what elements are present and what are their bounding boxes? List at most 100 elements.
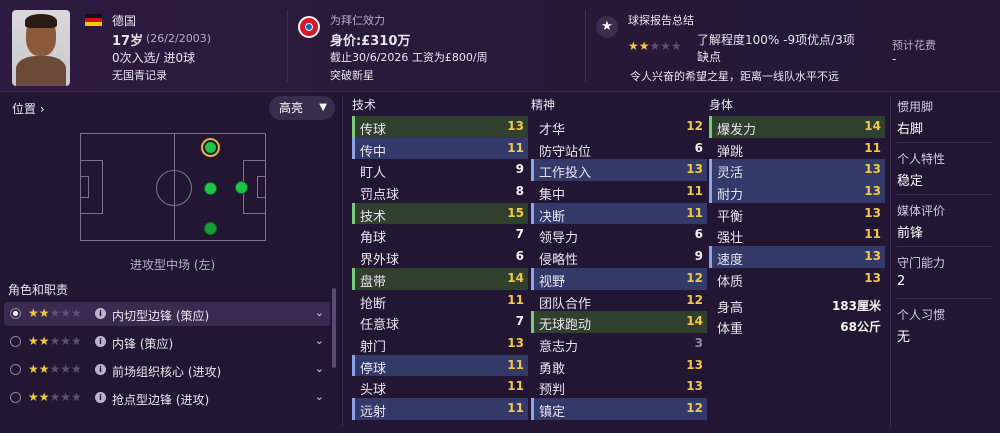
attribute-row[interactable]: 平衡 13 — [709, 203, 885, 225]
attribute-name: 预判 — [539, 383, 566, 399]
attribute-row[interactable]: 角球 7 — [352, 224, 528, 246]
attribute-row[interactable]: 停球 11 — [352, 354, 528, 377]
club-badge-icon[interactable] — [298, 16, 320, 38]
role-radio[interactable] — [10, 364, 21, 375]
info-icon[interactable]: i — [95, 364, 106, 375]
attribute-row[interactable]: 才华 12 — [531, 116, 707, 138]
attribute-row[interactable]: 弹跳 11 — [709, 138, 885, 160]
attribute-value: 13 — [864, 162, 881, 177]
attribute-name: 罚点球 — [360, 188, 400, 204]
chevron-right-icon: › — [39, 102, 45, 116]
attribute-row[interactable]: 灵活 13 — [709, 159, 885, 181]
attribute-value: 14 — [507, 270, 524, 285]
role-radio[interactable] — [10, 308, 21, 319]
attribute-row[interactable]: 工作投入 13 — [531, 159, 707, 181]
habit-label: 个人习惯 — [897, 308, 946, 322]
scout-knowledge: 了解程度100% -9项优点/3项 — [697, 33, 855, 47]
player-value: 身价:£310万 — [330, 34, 411, 49]
position-dot-st[interactable] — [235, 181, 248, 194]
attribute-row[interactable]: 速度 13 — [709, 246, 885, 268]
attribute-row[interactable]: 罚点球 8 — [352, 181, 528, 203]
attribute-row[interactable]: 领导力 6 — [531, 224, 707, 246]
attribute-row[interactable]: 意志力 3 — [531, 333, 707, 355]
attribute-name: 无球跑动 — [539, 318, 592, 334]
role-radio[interactable] — [10, 392, 21, 403]
position-dot-amc[interactable] — [204, 182, 217, 195]
attribute-row[interactable]: 防守站位 6 — [531, 138, 707, 160]
physical-column: 身体 爆发力 14 弹跳 11 灵活 13 耐力 13 平衡 13 强壮 11 速度 13 体质 13 身高 … — [709, 96, 885, 337]
attribute-name: 灵活 — [717, 166, 744, 182]
club-line[interactable]: 为拜仁效力 — [330, 12, 385, 28]
attribute-value: 12 — [686, 119, 703, 133]
roles-scrollbar[interactable] — [332, 288, 336, 368]
attribute-name: 盯人 — [360, 166, 387, 182]
attribute-row[interactable]: 传中 11 — [352, 137, 528, 160]
attribute-name: 停球 — [360, 361, 387, 377]
chevron-down-icon[interactable]: ⌄ — [315, 306, 324, 319]
position-dot-aml[interactable] — [201, 138, 220, 157]
position-dot-amr[interactable] — [204, 222, 217, 235]
chevron-down-icon[interactable]: ⌄ — [315, 390, 324, 403]
attribute-row[interactable]: 射门 13 — [352, 333, 528, 355]
attribute-value: 12 — [686, 400, 703, 415]
attribute-row[interactable]: 勇敢 13 — [531, 355, 707, 377]
attribute-value: 13 — [507, 119, 524, 133]
position-label[interactable]: 位置 › — [12, 100, 45, 117]
role-row[interactable]: ★★★★★ i 前场组织核心 (进攻) ⌄ — [4, 358, 330, 382]
habit-value[interactable]: 无 — [897, 326, 910, 345]
attribute-name: 团队合作 — [539, 296, 592, 312]
attribute-row[interactable]: 盯人 9 — [352, 159, 528, 181]
attribute-row[interactable]: 头球 11 — [352, 376, 528, 398]
attribute-row[interactable]: 侵略性 9 — [531, 246, 707, 268]
height-value: 183厘米 — [831, 298, 881, 313]
attribute-row[interactable]: 远射 11 — [352, 397, 528, 420]
position-name: 进攻型中场 (左) — [130, 258, 216, 272]
attribute-row[interactable]: 爆发力 14 — [709, 116, 885, 138]
chevron-down-icon[interactable]: ⌄ — [315, 334, 324, 347]
attribute-row[interactable]: 预判 13 — [531, 376, 707, 398]
role-row[interactable]: ★★★★★ i 内切型边锋 (策应) ⌄ — [4, 302, 330, 326]
info-icon[interactable]: i — [95, 336, 106, 347]
attribute-row[interactable]: 任意球 7 — [352, 311, 528, 333]
attribute-row[interactable]: 体质 13 — [709, 268, 885, 290]
weight-row: 体重 68公斤 — [709, 315, 885, 337]
trait-value[interactable]: 稳定 — [897, 170, 923, 189]
attribute-row[interactable]: 强壮 11 — [709, 224, 885, 246]
attribute-row[interactable]: 团队合作 12 — [531, 290, 707, 312]
attribute-row[interactable]: 盘带 14 — [352, 267, 528, 290]
attribute-value: 13 — [686, 162, 703, 177]
role-radio[interactable] — [10, 336, 21, 347]
attribute-value: 11 — [507, 140, 524, 155]
attribute-row[interactable]: 技术 15 — [352, 202, 528, 225]
highlight-dropdown[interactable]: 高亮 ▼ — [269, 96, 335, 120]
attribute-row[interactable]: 视野 12 — [531, 267, 707, 290]
attribute-row[interactable]: 决断 11 — [531, 202, 707, 225]
attribute-value: 14 — [864, 119, 881, 133]
attribute-row[interactable]: 无球跑动 14 — [531, 311, 707, 333]
attribute-value: 6 — [694, 227, 703, 242]
attribute-row[interactable]: 抢断 11 — [352, 290, 528, 312]
attribute-row[interactable]: 界外球 6 — [352, 246, 528, 268]
attribute-row[interactable]: 传球 13 — [352, 116, 528, 138]
role-name: 内锋 (策应) — [112, 337, 174, 351]
role-row[interactable]: ★★★★★ i 内锋 (策应) ⌄ — [4, 330, 330, 354]
attribute-row[interactable]: 耐力 13 — [709, 181, 885, 203]
position-pitch — [80, 133, 266, 241]
role-row[interactable]: ★★★★★ i 抢点型边锋 (进攻) ⌄ — [4, 386, 330, 410]
info-icon[interactable]: i — [95, 308, 106, 319]
scout-rating-stars: ★★★★★ — [628, 39, 682, 53]
scout-report-title[interactable]: 球探报告总结 — [628, 12, 694, 28]
nationality[interactable]: 德国 — [112, 12, 136, 29]
player-avatar[interactable] — [12, 10, 70, 86]
role-name: 前场组织核心 (进攻) — [112, 365, 222, 379]
attribute-value: 12 — [686, 270, 703, 285]
attribute-value: 13 — [864, 184, 881, 199]
attribute-name: 任意球 — [360, 318, 400, 334]
chevron-down-icon[interactable]: ⌄ — [315, 362, 324, 375]
attribute-row[interactable]: 镇定 12 — [531, 397, 707, 420]
info-icon[interactable]: i — [95, 392, 106, 403]
attribute-row[interactable]: 集中 11 — [531, 181, 707, 203]
attribute-value: 13 — [686, 379, 703, 394]
attribute-value: 9 — [694, 249, 703, 264]
attribute-value: 11 — [507, 357, 524, 372]
